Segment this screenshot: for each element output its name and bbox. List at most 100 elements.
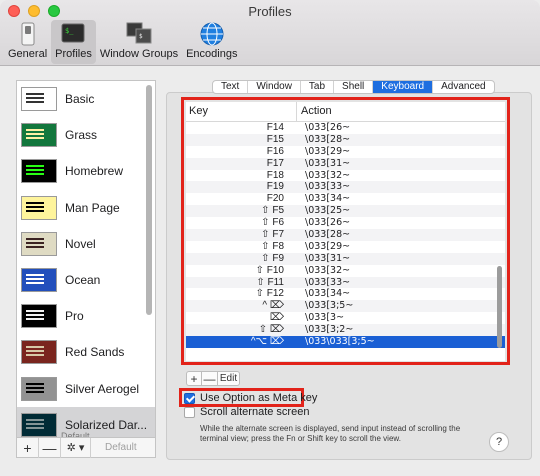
key-cell: ⇧ F10 xyxy=(255,264,284,276)
meta-key-option[interactable]: Use Option as Meta key xyxy=(184,392,317,404)
profile-item[interactable]: Ocean xyxy=(17,262,155,298)
profile-name: Ocean xyxy=(65,273,101,288)
profile-item[interactable]: Homebrew xyxy=(17,153,155,189)
table-row[interactable]: F20 \033[34~ xyxy=(186,193,505,205)
table-row[interactable]: ⇧ F11 \033[33~ xyxy=(186,276,505,289)
toolbar-profiles[interactable]: $_ Profiles xyxy=(51,20,96,64)
action-cell: \033\033[3;5~ xyxy=(305,336,375,348)
toolbar-encodings-label: Encodings xyxy=(186,48,238,60)
profile-item[interactable]: Basic xyxy=(17,81,155,117)
table-row[interactable]: ^⌥ ⌦ \033\033[3;5~ xyxy=(186,336,505,348)
profile-name: Pro xyxy=(65,309,84,324)
help-button[interactable]: ? xyxy=(489,432,509,452)
action-cell: \033[32~ xyxy=(305,169,351,181)
profile-item[interactable]: Red Sands xyxy=(17,334,155,370)
profile-thumbnail xyxy=(21,340,57,365)
table-row[interactable]: ⇧ F6 \033[26~ xyxy=(186,217,505,229)
toolbar-general-label: General xyxy=(8,48,48,60)
add-key-button[interactable]: + xyxy=(186,371,202,386)
profile-item[interactable]: Man Page xyxy=(17,190,155,226)
tab-window[interactable]: Window xyxy=(248,81,301,93)
profile-list-footer: + — ✲ ▾ Default xyxy=(16,437,156,458)
toolbar-encodings[interactable]: Encodings xyxy=(182,20,241,64)
table-row[interactable]: F17 \033[31~ xyxy=(186,157,505,170)
profile-name: Novel xyxy=(65,236,96,251)
table-row[interactable]: ⇧ F12 \033[34~ xyxy=(186,288,505,300)
add-profile-button[interactable]: + xyxy=(17,437,39,458)
table-row[interactable]: F15 \033[28~ xyxy=(186,133,505,146)
key-table-controls: + — Edit xyxy=(186,371,240,386)
table-row[interactable]: F14 \033[26~ xyxy=(186,122,505,134)
edit-key-button[interactable]: Edit xyxy=(218,371,240,386)
profile-name: Silver Aerogel xyxy=(65,381,140,396)
meta-key-label: Use Option as Meta key xyxy=(200,392,318,404)
profile-item[interactable]: Novel xyxy=(17,226,155,262)
action-cell: \033[31~ xyxy=(305,252,351,264)
profile-thumbnail xyxy=(21,195,57,220)
profile-name: Man Page xyxy=(65,200,120,215)
toolbar-window-groups[interactable]: $ Window Groups xyxy=(96,20,182,64)
action-cell: \033[3;5~ xyxy=(305,300,354,312)
key-mapping-table[interactable]: Key Action F14 \033[26~ F15 \033[28~ F16 \033… xyxy=(186,102,505,361)
table-row[interactable]: ⇧ F7 \033[28~ xyxy=(186,229,505,241)
key-cell: ⇧ F9 xyxy=(261,252,284,264)
table-header: Key Action xyxy=(186,102,505,122)
table-row[interactable]: ⌦ \033[3~ xyxy=(186,312,505,324)
profile-thumbnail xyxy=(21,123,57,148)
profile-thumbnail xyxy=(21,304,57,329)
profiles-window: Profiles General $_ Profiles $ Window Gr… xyxy=(0,0,540,476)
column-header-key[interactable]: Key xyxy=(186,102,297,121)
meta-key-checkbox[interactable] xyxy=(184,392,195,404)
table-row[interactable]: ^ ⌦ \033[3;5~ xyxy=(186,300,505,313)
svg-text:$: $ xyxy=(139,33,143,40)
window-groups-icon: $ xyxy=(126,22,152,46)
action-cell: \033[28~ xyxy=(305,133,351,145)
table-row[interactable]: ⇧ F5 \033[25~ xyxy=(186,205,505,218)
table-row[interactable]: F16 \033[29~ xyxy=(186,146,505,158)
profile-list[interactable]: Basic Grass Homebrew Man Page Novel Ocean Pro R… xyxy=(16,80,156,438)
toolbar-general[interactable]: General xyxy=(4,20,51,64)
action-cell: \033[34~ xyxy=(305,288,351,300)
tab-tab[interactable]: Tab xyxy=(301,81,335,93)
key-cell: ⇧ F5 xyxy=(261,205,284,217)
profile-name: Basic xyxy=(65,92,95,107)
gear-menu-button[interactable]: ✲ ▾ xyxy=(61,437,91,458)
action-cell: \033[32~ xyxy=(305,264,351,276)
key-cell: F16 xyxy=(266,145,284,157)
tab-text[interactable]: Text xyxy=(213,81,249,93)
key-cell: ⌦ xyxy=(269,312,284,324)
remove-profile-button[interactable]: — xyxy=(39,437,61,458)
column-header-action[interactable]: Action xyxy=(297,102,332,121)
action-cell: \033[28~ xyxy=(305,229,351,241)
table-row[interactable]: ⇧ F9 \033[31~ xyxy=(186,252,505,265)
tab-keyboard[interactable]: Keyboard xyxy=(373,81,434,93)
tab-shell[interactable]: Shell xyxy=(334,81,374,93)
profile-item[interactable]: Grass xyxy=(17,117,155,153)
table-row[interactable]: ⇧ F8 \033[29~ xyxy=(186,241,505,253)
table-row[interactable]: ⇧ F10 \033[32~ xyxy=(186,265,505,277)
set-default-button[interactable]: Default xyxy=(105,442,137,453)
action-cell: \033[26~ xyxy=(305,217,351,229)
key-cell: ⇧ F12 xyxy=(255,288,284,300)
profile-name: Grass xyxy=(65,128,98,143)
action-cell: \033[31~ xyxy=(305,157,351,169)
profile-name: Solarized Dar... xyxy=(65,417,148,432)
table-row[interactable]: ⇧ ⌦ \033[3;2~ xyxy=(186,324,505,337)
action-cell: \033[29~ xyxy=(305,240,351,252)
scroll-alt-option[interactable]: Scroll alternate screen xyxy=(184,406,309,418)
profile-item[interactable]: Pro xyxy=(17,298,155,334)
profile-list-scrollbar[interactable] xyxy=(146,85,152,315)
action-cell: \033[29~ xyxy=(305,145,351,157)
table-row[interactable]: F19 \033[33~ xyxy=(186,181,505,194)
key-cell: ⇧ F7 xyxy=(261,229,284,241)
action-cell: \033[33~ xyxy=(305,181,351,193)
profile-item[interactable]: Silver Aerogel xyxy=(17,371,155,407)
key-cell: ⇧ F8 xyxy=(261,240,284,252)
key-table-scrollbar[interactable] xyxy=(497,266,502,348)
profile-item[interactable]: Solarized Dar... Default xyxy=(17,406,155,437)
remove-key-button[interactable]: — xyxy=(202,371,218,386)
table-row[interactable]: F18 \033[32~ xyxy=(186,170,505,182)
scroll-alt-checkbox[interactable] xyxy=(184,406,195,418)
profile-thumbnail xyxy=(21,159,57,184)
tab-advanced[interactable]: Advanced xyxy=(433,81,493,93)
